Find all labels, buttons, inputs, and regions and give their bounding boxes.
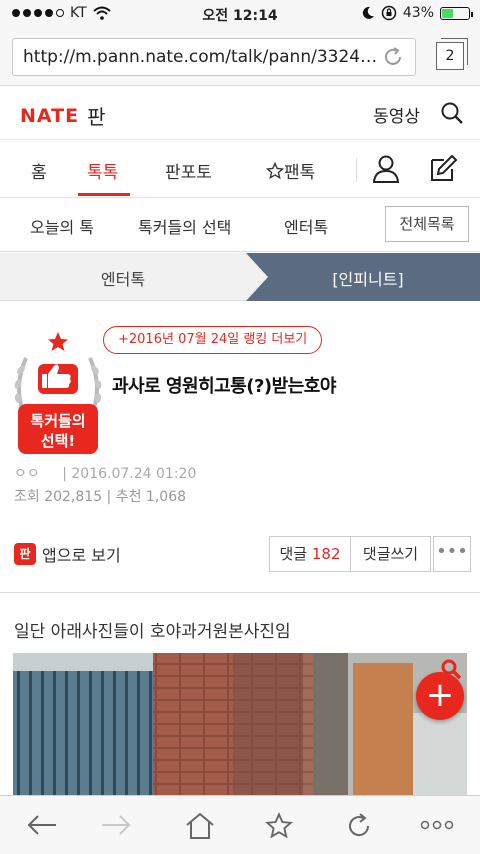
sub-nav: 오늘의 톡 톡커들의 선택 엔터톡 전체목록	[0, 198, 480, 252]
site-header: NATE 판 동영상	[0, 86, 480, 140]
article-photo[interactable]	[13, 653, 467, 795]
section-divider	[0, 592, 480, 593]
main-nav: 홈 톡톡 판포토 팬톡	[0, 140, 480, 198]
article-actions: 판 앱으로 보기 댓글 182 댓글쓰기 •••	[0, 534, 480, 574]
more-options-button[interactable]: •••	[433, 536, 471, 572]
url-text: http://m.pann.nate.com/talk/pann/3324…	[23, 47, 378, 67]
nav-divider	[356, 158, 357, 182]
back-arrow-icon[interactable]	[26, 812, 58, 838]
comments-count: 182	[311, 545, 341, 563]
home-icon[interactable]	[185, 812, 215, 840]
open-in-app-link[interactable]: 판 앱으로 보기	[14, 542, 121, 566]
article-title: 과사로 영원히고통(?)받는호야	[112, 376, 336, 397]
comments-label: 댓글	[279, 545, 308, 563]
bookmark-star-icon[interactable]	[264, 812, 294, 840]
ranking-more-link[interactable]: +2016년 07월 24일 랭킹 더보기	[103, 326, 323, 354]
video-link[interactable]: 동영상	[373, 102, 420, 127]
status-bar: KT 오전 12:14 43%	[0, 0, 480, 28]
nav-fantok-label: 팬톡	[284, 163, 316, 183]
tab-switcher-button[interactable]: 2	[436, 38, 468, 70]
category-parent[interactable]: 엔터톡	[0, 266, 246, 290]
user-icon[interactable]	[372, 154, 400, 184]
nate-pann-logo[interactable]: NATE 판	[20, 101, 105, 130]
logo-nate: NATE	[20, 104, 80, 127]
subnav-today[interactable]: 오늘의 톡	[30, 214, 94, 238]
comments-button[interactable]: 댓글 182	[269, 536, 351, 572]
floating-add-button[interactable]: +	[416, 672, 464, 720]
star-icon	[265, 161, 285, 180]
nav-toktok[interactable]: 톡톡	[87, 158, 118, 183]
refresh-icon[interactable]	[345, 812, 373, 840]
talkers-choice-badge-icon: 톡커들의 선택!	[14, 332, 102, 454]
badge-line-2: 선택!	[41, 432, 75, 450]
browser-toolbar	[0, 795, 480, 854]
author-name[interactable]: ㅇㅇ	[14, 466, 40, 482]
pann-app-icon: 판	[14, 543, 36, 565]
nav-fantok[interactable]: 팬톡	[265, 158, 316, 183]
more-menu-icon[interactable]	[420, 820, 454, 830]
article-meta: ㅇㅇ | 2016.07.24 01:20	[14, 463, 196, 483]
all-list-button[interactable]: 전체목록	[385, 206, 469, 242]
moon-icon	[362, 6, 374, 19]
subnav-talkers-choice[interactable]: 톡커들의 선택	[138, 214, 231, 238]
category-current[interactable]: [인피니트]	[256, 266, 480, 290]
article-stats: 조회 202,815 | 추천 1,068	[14, 489, 187, 505]
logo-pann: 판	[87, 105, 106, 129]
active-tab-indicator	[78, 193, 130, 196]
category-breadcrumb: 엔터톡 [인피니트]	[0, 253, 480, 301]
write-comment-button[interactable]: 댓글쓰기	[351, 536, 431, 572]
battery-percent: 43%	[402, 5, 434, 21]
forward-arrow-icon	[102, 815, 131, 835]
write-icon[interactable]	[428, 154, 458, 184]
article-body-text: 일단 아래사진들이 호야과거원본사진임	[14, 622, 291, 642]
battery-icon	[440, 6, 473, 20]
badge-line-1: 톡커들의	[30, 412, 85, 430]
reload-icon[interactable]	[381, 45, 405, 69]
search-icon[interactable]	[440, 101, 464, 125]
subnav-entertalk[interactable]: 엔터톡	[284, 214, 328, 238]
post-date: | 2016.07.24 01:20	[62, 466, 197, 482]
post-date-value: 2016.07.24 01:20	[71, 466, 197, 482]
nav-panphoto[interactable]: 판포토	[165, 158, 212, 183]
url-field[interactable]: http://m.pann.nate.com/talk/pann/3324…	[12, 38, 416, 76]
open-in-app-label: 앱으로 보기	[42, 546, 121, 565]
nav-home[interactable]: 홈	[31, 158, 47, 183]
rotation-lock-icon	[381, 5, 397, 21]
browser-url-bar: http://m.pann.nate.com/talk/pann/3324… 2	[0, 28, 480, 86]
